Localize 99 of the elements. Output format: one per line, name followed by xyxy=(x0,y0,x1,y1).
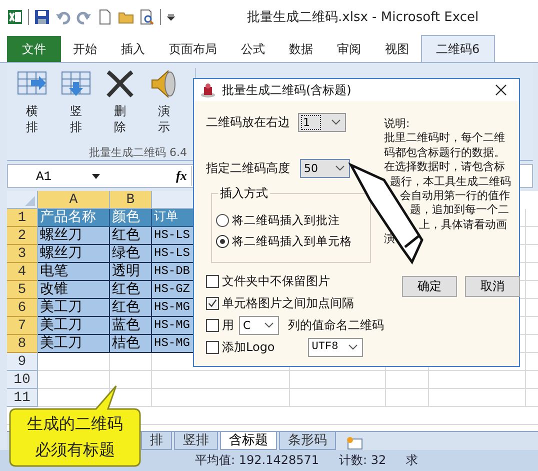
ribbon-tab[interactable]: 文件 xyxy=(7,36,61,62)
x-icon xyxy=(104,68,136,100)
note-text: 说明: xyxy=(384,117,410,130)
checkbox[interactable] xyxy=(206,340,219,354)
app-icon xyxy=(200,82,216,98)
name-box[interactable]: A1 xyxy=(8,168,88,184)
ribbon-button[interactable]: 演示 xyxy=(145,68,183,145)
row-header[interactable]: 5 xyxy=(7,281,38,299)
dialog-button[interactable]: 取消 xyxy=(465,276,520,297)
ribbon-tab[interactable]: 公式 xyxy=(229,36,277,62)
note-text: 批里二维码时，每个二维 xyxy=(384,131,505,144)
table-cell: 螺丝刀 xyxy=(38,227,110,245)
close-icon[interactable] xyxy=(495,84,507,96)
ribbon-button[interactable]: 横排 xyxy=(13,68,51,145)
status-average: 平均值: 192.1428571 xyxy=(195,452,320,469)
radio-button[interactable] xyxy=(216,235,229,248)
note-text: 上，具体请看动画 xyxy=(419,218,507,231)
ribbon-tab[interactable]: 二维码6 xyxy=(421,35,495,62)
table-cell xyxy=(38,353,110,371)
table-cell xyxy=(386,371,429,389)
chevron-icon xyxy=(264,322,274,328)
column-header[interactable]: B xyxy=(110,191,152,209)
checkbox[interactable] xyxy=(206,274,219,288)
new-document-icon[interactable] xyxy=(97,8,113,24)
table-cell: 改锥 xyxy=(38,281,110,299)
checkbox-label: 添加Logo xyxy=(222,338,275,356)
checkbox[interactable] xyxy=(206,318,219,332)
table-cell: 产品名称 xyxy=(38,209,110,227)
callout-text: 必须有标题 xyxy=(35,439,115,461)
sheet-tab[interactable]: 竖排 xyxy=(174,432,218,450)
chevron-icon xyxy=(331,119,341,125)
dialog-button[interactable]: 确定 xyxy=(402,276,457,297)
field-label: 指定二维码高度 xyxy=(206,160,290,176)
table-cell: 美工刀 xyxy=(38,299,110,317)
table-cell: 蓝色 xyxy=(110,317,152,335)
table-cell: 电笔 xyxy=(38,263,110,281)
dialog-title: 批量生成二维码(含标题) xyxy=(222,82,352,98)
table-cell: 红色 xyxy=(110,227,152,245)
status-count: 计数: 32 xyxy=(339,452,386,469)
status-sum: 求 xyxy=(406,452,418,469)
row-header[interactable]: 11 xyxy=(7,389,38,407)
table-cell: 透明 xyxy=(110,263,152,281)
function-button[interactable]: fx xyxy=(176,168,187,184)
group-title: 插入方式 xyxy=(218,185,270,202)
row-header[interactable]: 6 xyxy=(7,299,38,317)
column-dropdown[interactable]: C xyxy=(239,316,279,334)
row-header[interactable]: 2 xyxy=(7,227,38,245)
column-header[interactable]: A xyxy=(38,191,110,209)
table-cell: 桔色 xyxy=(110,335,152,353)
ribbon-tab[interactable]: 页面布局 xyxy=(157,36,229,62)
row-header[interactable]: 1 xyxy=(7,209,38,227)
save-icon[interactable] xyxy=(34,8,50,24)
note-text: 题，追加到每一个二 xyxy=(410,203,509,216)
position-dropdown[interactable]: 1 xyxy=(298,112,346,132)
window-title: 批量生成二维码.xlsx - Microsoft Excel xyxy=(247,8,479,26)
table-cell xyxy=(38,371,110,389)
table-cell: 红色 xyxy=(110,299,152,317)
callout-text: 生成的二维码 xyxy=(27,413,123,435)
excel-icon xyxy=(7,8,23,24)
row-header[interactable]: 8 xyxy=(7,335,38,353)
table-cell: 绿色 xyxy=(110,245,152,263)
note-text: 在选择数据时，请包含标 xyxy=(384,160,505,174)
row-header[interactable]: 7 xyxy=(7,317,38,335)
ribbon-button[interactable]: 删除 xyxy=(101,68,139,145)
dropdown-icon[interactable] xyxy=(166,12,176,22)
height-dropdown[interactable]: 50 xyxy=(300,158,350,178)
sheet-tab[interactable]: 含标题 xyxy=(220,432,277,450)
table-cell: 美工刀 xyxy=(38,335,110,353)
field-label: 二维码放在右边 xyxy=(206,114,290,130)
print-preview-icon[interactable] xyxy=(139,8,155,24)
caret-icon[interactable] xyxy=(92,172,100,180)
sheet-tab[interactable]: 排 xyxy=(141,432,172,450)
ribbon-tab[interactable]: 插入 xyxy=(109,36,157,62)
chevron-icon xyxy=(348,344,358,350)
ribbon-tab[interactable]: 数据 xyxy=(277,36,325,62)
ribbon-tab[interactable]: 审阅 xyxy=(325,36,373,62)
table-cell: 螺丝刀 xyxy=(38,245,110,263)
ribbon-group-label: 批量生成二维码 6.4 xyxy=(89,145,187,160)
checkbox-label: 列的值命名二维码 xyxy=(288,316,384,334)
row-header[interactable]: 9 xyxy=(7,353,38,371)
checkbox[interactable] xyxy=(206,296,219,310)
chevron-icon xyxy=(335,165,345,171)
checkbox-label: 用 xyxy=(222,316,234,334)
sheet-tab[interactable]: 条形码 xyxy=(279,432,336,450)
row-header[interactable]: 10 xyxy=(7,371,38,389)
table-cell: 美工刀 xyxy=(38,317,110,335)
table-cell: 红色 xyxy=(110,281,152,299)
row-header[interactable]: 4 xyxy=(7,263,38,281)
note-text: 题行，本工具生成二维码 xyxy=(390,174,511,188)
ribbon-button[interactable]: 竖排 xyxy=(57,68,95,145)
radio-button[interactable] xyxy=(216,214,229,227)
table-cell xyxy=(110,353,152,371)
note-text: 码都包含标题行的数据。 xyxy=(384,146,505,159)
ribbon-tab[interactable]: 开始 xyxy=(61,36,109,62)
row-header[interactable]: 3 xyxy=(7,245,38,263)
note-text: 会自动用第一行的值作 xyxy=(400,189,510,202)
ribbon-tab[interactable]: 视图 xyxy=(373,36,421,62)
encoding-dropdown[interactable]: UTF8 xyxy=(308,338,363,356)
table-cell: 颜色 xyxy=(110,209,152,227)
